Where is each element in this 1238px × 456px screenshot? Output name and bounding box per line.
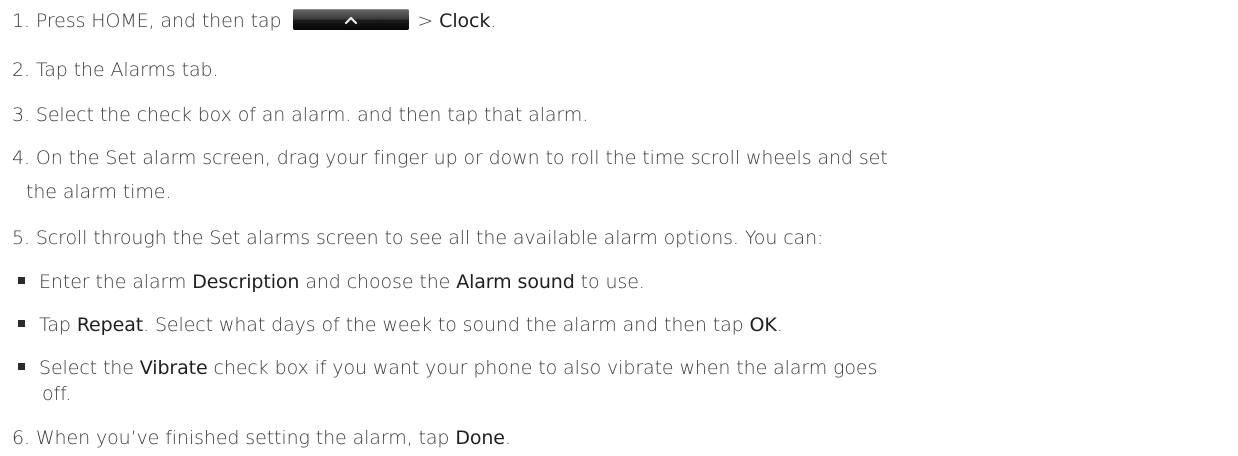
step-3-text: 3. Select the check box of an alarm. and… [12, 104, 589, 126]
bullet-3-a: Select the [39, 357, 140, 379]
chevron-up-icon [345, 16, 358, 24]
bullet-3-c: check box if you want your phone to also… [207, 357, 878, 379]
step-6-pre: 6. When you’ve finished setting the alar… [12, 427, 456, 449]
step-1-arrow: > [417, 10, 440, 32]
bullet-1-description: Description [192, 271, 300, 293]
bullet-2-c: . Select what days of the week to sound … [143, 314, 750, 336]
bullet-3-line-2-text: off. [42, 383, 72, 405]
step-3: 3. Select the check box of an alarm. and… [12, 103, 588, 127]
step-2-text: 2. Tap the Alarms tab. [12, 59, 219, 81]
step-2: 2. Tap the Alarms tab. [12, 58, 219, 82]
home-launcher-bar [293, 9, 410, 30]
step-1: 1. Press HOME, and then tap > Clock. [12, 9, 496, 33]
bullet-1-c: and choose the [299, 271, 457, 293]
step-5: 5. Scroll through the Set alarms screen … [12, 226, 823, 250]
bullet-2: Tap Repeat. Select what days of the week… [18, 313, 783, 337]
step-1-clock-label: Clock [439, 10, 491, 32]
bullet-1-alarm-sound: Alarm sound [456, 271, 575, 293]
step-6-done: Done [455, 427, 505, 449]
step-5-text: 5. Scroll through the Set alarms screen … [12, 227, 824, 249]
bullet-square-icon [18, 320, 25, 327]
bullet-2-ok: OK [749, 314, 777, 336]
step-4-line-2: the alarm time. [26, 180, 171, 204]
step-4-text-line-1: 4. On the Set alarm screen, drag your fi… [12, 147, 888, 169]
bullet-2-repeat: Repeat [76, 314, 144, 336]
step-1-period: . [490, 10, 497, 32]
bullet-2-a: Tap [39, 314, 77, 336]
bullet-3-line-2: off. [42, 382, 71, 406]
step-6-post: . [504, 427, 511, 449]
bullet-1-a: Enter the alarm [39, 271, 193, 293]
step-6: 6. When you’ve finished setting the alar… [12, 426, 511, 450]
bullet-1: Enter the alarm Description and choose t… [18, 270, 645, 294]
bullet-square-icon [18, 277, 25, 284]
bullet-1-e: to use. [574, 271, 645, 293]
step-4-line-1: 4. On the Set alarm screen, drag your fi… [12, 146, 888, 170]
bullet-square-icon [18, 363, 25, 370]
bullet-3-line-1: Select the Vibrate check box if you want… [18, 356, 877, 380]
step-1-prefix: 1. Press HOME, and then tap [12, 10, 282, 32]
bullet-3-vibrate: Vibrate [139, 357, 208, 379]
step-4-text-line-2: the alarm time. [26, 181, 172, 203]
bullet-2-e: . [776, 314, 783, 336]
